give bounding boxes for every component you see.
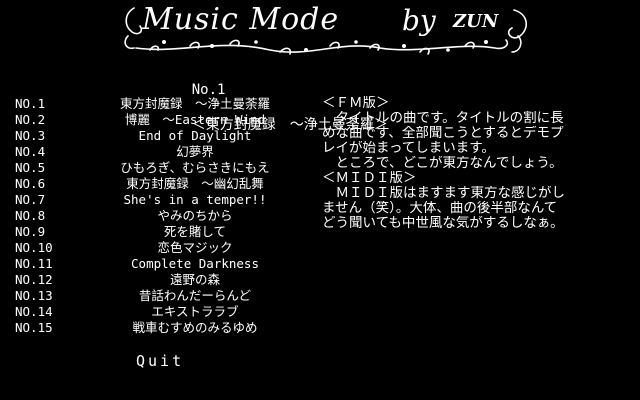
track-item[interactable]: NO.10 恋色マジック [15,240,315,256]
track-number: NO.8 [15,208,46,223]
track-item[interactable]: NO.7 She's in a temper!! [15,192,315,208]
description-line: ＭＩＤＩ版はますます東方な感じがし [322,186,565,201]
track-title: 恋色マジック [157,240,233,255]
track-title: 戦車むすめのみるゆめ [132,320,258,335]
track-title: 遠野の森 [169,272,220,287]
track-number: NO.1 [15,96,46,111]
description-line: ません（笑）。大体、曲の後半部なんて [322,201,558,216]
track-item[interactable]: NO.14 エキストララブ [15,304,315,320]
track-title: End of Daylight [138,128,252,143]
track-title: 死を賭して [163,224,227,239]
track-number: NO.4 [15,144,46,159]
description-line: レイが始まってしまいます。 [322,141,495,156]
track-item[interactable]: NO.15 戦車むすめのみるゆめ [15,320,315,336]
description-line: タイトルの曲です。タイトルの割に長 [322,111,564,126]
track-title: 東方封魔録 ～幽幻乱舞 [126,176,264,191]
music-mode-logo: Music Mode by ZUN [120,2,540,60]
track-number: NO.2 [15,112,46,127]
description-line: ＜ＦＭ版＞ [322,96,390,111]
track-item[interactable]: NO.11 Complete Darkness [15,256,315,272]
track-number: NO.3 [15,128,46,143]
track-number: NO.15 [15,320,53,335]
description-line: ところで、どこが東方なんでしょう。 [322,156,563,171]
track-number: NO.7 [15,192,46,207]
track-title: She's in a temper!! [123,192,267,207]
track-list: NO.1 東方封魔録 ～浄土曼荼羅 NO.2 博麗 ～Eastern Wind NO.3… [15,96,315,336]
track-title: やみのちから [157,208,233,223]
description-line: ＜ＭＩＤＩ版＞ [322,171,417,186]
track-title: ひもろぎ、むらさきにもえ [120,160,270,175]
track-number: NO.11 [15,256,53,271]
description-line: めな曲です、全部聞こうとするとデモプ [322,126,564,141]
track-title: エキストララブ [151,304,239,319]
track-title: 昔話わんだーらんど [138,288,252,303]
track-item[interactable]: NO.6 東方封魔録 ～幽幻乱舞 [15,176,315,192]
track-item[interactable]: NO.1 東方封魔録 ～浄土曼荼羅 [15,96,315,112]
track-item[interactable]: NO.4 幻夢界 [15,144,315,160]
logo-author: ZUN [453,11,499,32]
track-number: NO.10 [15,240,53,255]
track-item[interactable]: NO.3 End of Daylight [15,128,315,144]
track-title: Complete Darkness [131,256,259,271]
track-title: 幻夢界 [176,144,214,159]
track-number: NO.12 [15,272,53,287]
track-number: NO.13 [15,288,53,303]
track-number: NO.14 [15,304,53,319]
logo-by: by [402,4,436,37]
track-item[interactable]: NO.2 博麗 ～Eastern Wind [15,112,315,128]
track-item[interactable]: NO.9 死を賭して [15,224,315,240]
track-title: 博麗 ～Eastern Wind [124,112,266,127]
description-line: どう聞いても中世風な気がするしなぁ。 [322,216,564,231]
track-number: NO.6 [15,176,46,191]
track-description: ＜ＦＭ版＞ タイトルの曲です。タイトルの割に長 めな曲です、全部聞こうとするとデモ… [322,96,640,231]
track-number: NO.5 [15,160,46,175]
quit-button[interactable]: Quit [136,352,184,370]
track-number: NO.9 [15,224,46,239]
track-item[interactable]: NO.12 遠野の森 [15,272,315,288]
music-room-screen: Music Mode by ZUN No.1 ＜東方封魔録 ～浄土曼荼羅＞ NO… [0,0,640,400]
track-item[interactable]: NO.13 昔話わんだーらんど [15,288,315,304]
logo-title: Music Mode [142,2,340,37]
track-title: 東方封魔録 ～浄土曼荼羅 [119,96,270,111]
track-item[interactable]: NO.8 やみのちから [15,208,315,224]
track-item[interactable]: NO.5 ひもろぎ、むらさきにもえ [15,160,315,176]
